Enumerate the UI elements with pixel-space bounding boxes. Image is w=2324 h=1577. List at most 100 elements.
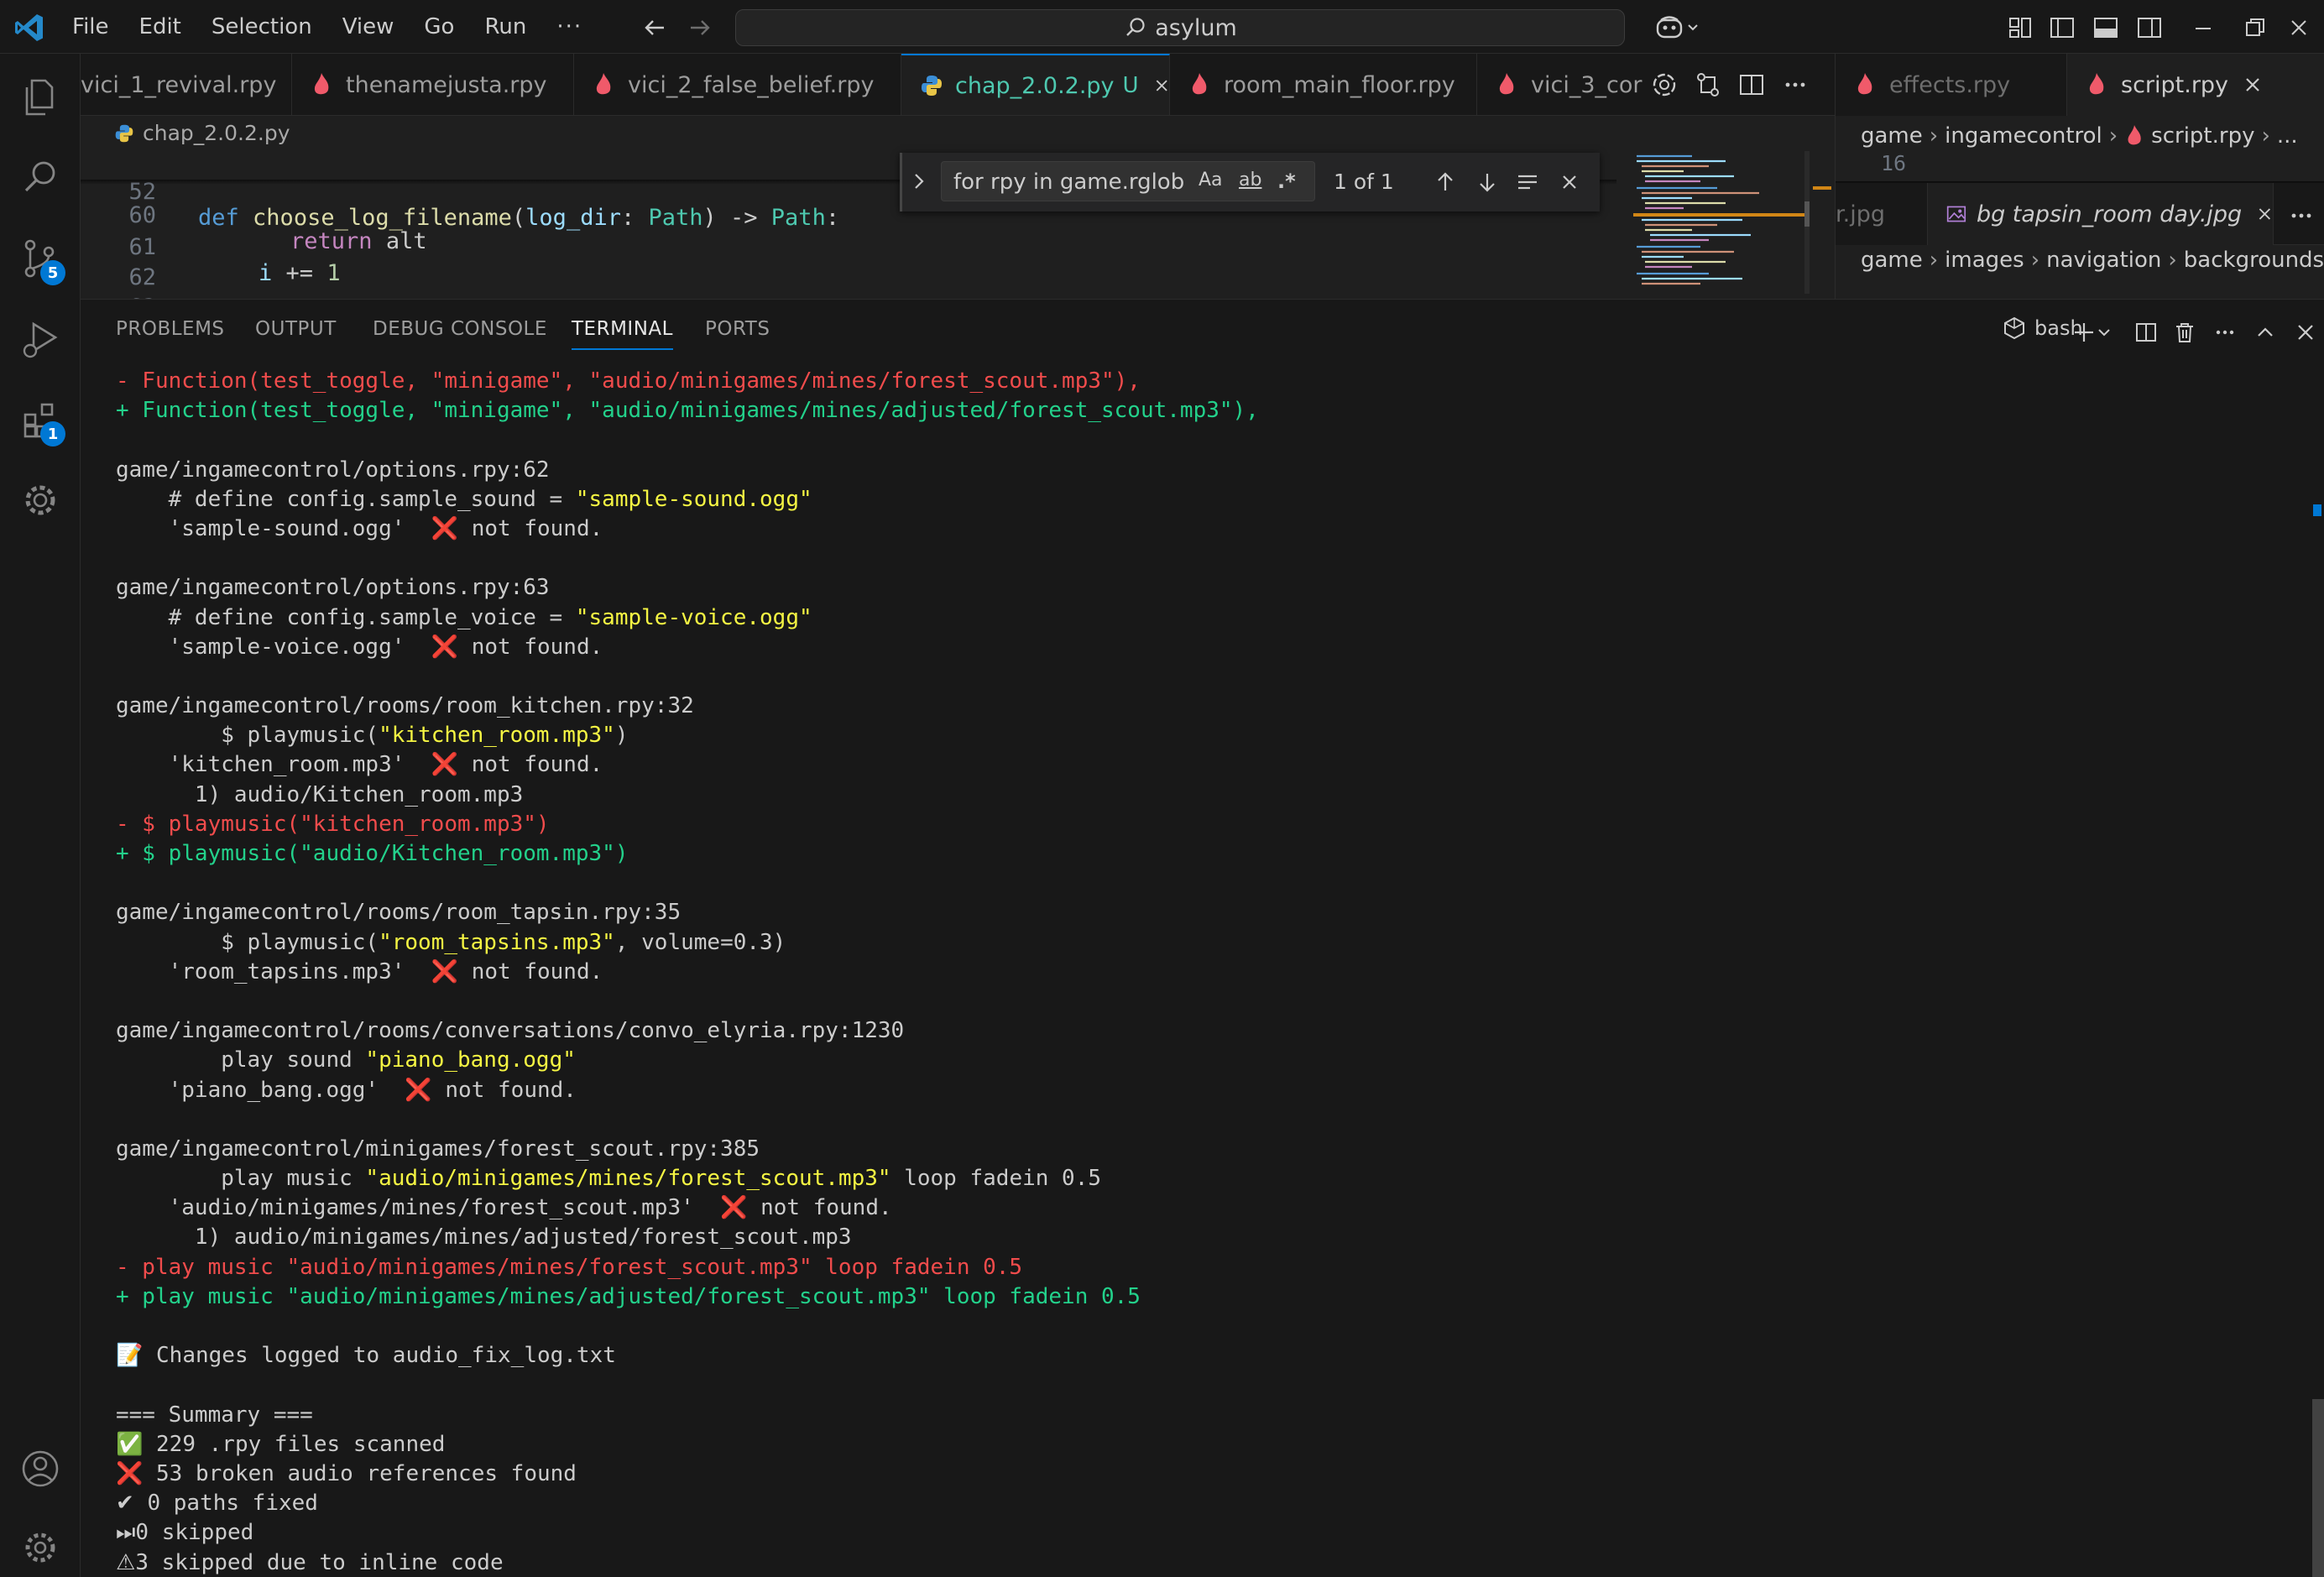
menu-run[interactable]: Run <box>484 14 526 39</box>
breadcrumb-segment[interactable]: navigation <box>2046 248 2161 273</box>
find-in-selection-icon[interactable] <box>1515 170 1540 195</box>
previous-match-arrow-icon[interactable] <box>1433 170 1458 195</box>
breadcrumb-segment[interactable]: images <box>1945 248 2024 273</box>
tab-debug-console[interactable]: DEBUG CONSOLE <box>373 318 547 340</box>
forward-arrow-icon[interactable] <box>686 13 714 42</box>
copilot-icon[interactable] <box>1653 13 1704 42</box>
tab-thenamejusta[interactable]: thenamejusta.rpy <box>292 54 574 115</box>
breadcrumb-segment[interactable]: ingamecontrol <box>1945 123 2102 149</box>
breadcrumb-segment[interactable]: script.rpy <box>2151 123 2254 149</box>
tab-vici-2-false-belief[interactable]: vici_2_false_belief.rpy <box>574 54 901 115</box>
renpy-flame-icon <box>2089 73 2104 95</box>
tab-output[interactable]: OUTPUT <box>255 318 337 340</box>
terminal-text: 1) audio/minigames/mines/adjusted/forest… <box>116 1225 852 1251</box>
terminal-text: not found. <box>458 634 603 660</box>
tab-vici-1-revival[interactable]: vici_1_revival.rpy <box>81 54 292 115</box>
more-actions-icon[interactable] <box>2287 201 2316 230</box>
tab-script[interactable]: script.rpy <box>2067 54 2324 116</box>
maximize-panel-chevron-up-icon[interactable] <box>2253 320 2278 345</box>
whole-word-toggle[interactable]: ab <box>1239 170 1261 191</box>
regex-toggle[interactable]: .* <box>1277 170 1296 193</box>
accounts-icon[interactable] <box>18 1447 62 1491</box>
open-changes-icon[interactable] <box>1694 70 1722 99</box>
terminal-text: loop fadein 0.5 <box>890 1166 1102 1192</box>
python-icon <box>922 76 942 96</box>
restore-icon[interactable] <box>2241 13 2269 42</box>
menu-selection[interactable]: Selection <box>212 14 312 39</box>
close-panel-icon[interactable] <box>2293 320 2318 345</box>
terminal-output[interactable]: - Function(test_toggle, "minigame", "aud… <box>116 367 2264 1575</box>
explorer-icon[interactable] <box>18 76 62 119</box>
tab-image-partial[interactable]: r.jpg <box>1836 183 1928 245</box>
menu-more[interactable]: ··· <box>556 14 582 39</box>
terminal-text: game/ingamecontrol/rooms/room_tapsin.rpy… <box>116 900 682 926</box>
tab-room-main-floor[interactable]: room_main_floor.rpy <box>1170 54 1477 115</box>
terminal-text: 'sample-voice.ogg' <box>116 634 431 660</box>
toggle-secondary-sidebar-icon[interactable] <box>2135 13 2164 42</box>
menu-go[interactable]: Go <box>424 14 454 39</box>
breadcrumb-segment[interactable]: game <box>1861 248 1923 273</box>
breadcrumb-segment[interactable]: ... <box>2277 123 2298 149</box>
tab-chap-2-0-2[interactable]: chap_2.0.2.py U <box>901 54 1170 115</box>
terminal-text: 0 skipped <box>135 1520 254 1546</box>
close-tab-icon[interactable] <box>2257 205 2273 223</box>
chevron-down-icon[interactable] <box>2095 320 2113 345</box>
next-match-arrow-icon[interactable] <box>1475 170 1500 195</box>
terminal-text: play sound <box>116 1047 366 1073</box>
customize-layout-icon[interactable] <box>2006 13 2034 42</box>
terminal-line: 'audio/minigames/mines/forest_scout.mp3'… <box>116 1193 2264 1223</box>
new-terminal-plus-icon[interactable] <box>2071 320 2097 345</box>
menu-view[interactable]: View <box>342 14 394 39</box>
terminal-scrollbar[interactable] <box>2312 1399 2324 1577</box>
terminal-text: game/ingamecontrol/rooms/conversations/c… <box>116 1018 905 1044</box>
tab-vici-3-cor[interactable]: vici_3_cor <box>1477 54 1726 115</box>
back-arrow-icon[interactable] <box>640 13 669 42</box>
split-editor-icon[interactable] <box>1737 70 1766 99</box>
close-tab-icon[interactable] <box>2243 76 2262 94</box>
tab-terminal[interactable]: TERMINAL <box>572 318 673 350</box>
terminal-line: + $ playmusic("audio/Kitchen_room.mp3") <box>116 839 2264 869</box>
toggle-panel-icon[interactable] <box>2092 13 2120 42</box>
match-case-toggle[interactable]: Aa <box>1199 170 1223 191</box>
command-center-search[interactable]: asylum <box>735 9 1625 46</box>
kill-terminal-trash-icon[interactable] <box>2172 320 2197 345</box>
cross-mark-icon: ❌ <box>431 958 459 984</box>
tab-effects[interactable]: effects.rpy <box>1836 54 2067 116</box>
terminal-line: $ playmusic("kitchen_room.mp3") <box>116 721 2264 750</box>
minimize-icon[interactable] <box>2189 13 2217 42</box>
manage-gear-icon[interactable] <box>18 1526 62 1569</box>
tab-ports[interactable]: PORTS <box>705 318 770 340</box>
editor-tabs: vici_1_revival.rpy thenamejusta.rpy vici… <box>81 54 1835 116</box>
breadcrumb-segment[interactable]: backgrounds <box>2184 248 2324 273</box>
remote-settings-gear-icon[interactable] <box>18 478 62 522</box>
breadcrumb-segment[interactable]: game <box>1861 123 1923 149</box>
chatgpt-icon[interactable] <box>1650 70 1679 99</box>
chevron-right-icon[interactable] <box>909 171 929 191</box>
secondary-breadcrumb-bottom[interactable]: game › images › navigation › backgrounds <box>1861 243 2324 277</box>
terminal-line: - Function(test_toggle, "minigame", "aud… <box>116 367 2264 396</box>
terminal-text: - play music "audio/minigames/mines/fore… <box>116 1254 1023 1280</box>
close-window-icon[interactable] <box>2285 13 2313 42</box>
code-line[interactable]: 63 def index_audio(root: Path): <box>81 269 156 299</box>
menu-edit[interactable]: Edit <box>139 14 181 39</box>
code-editor[interactable]: chap_2.0.2.py 52 def choose_log_filename… <box>81 116 1835 299</box>
toggle-primary-sidebar-icon[interactable] <box>2048 13 2076 42</box>
breadcrumb[interactable]: chap_2.0.2.py <box>114 121 290 145</box>
tab-problems[interactable]: PROBLEMS <box>116 318 225 340</box>
more-actions-icon[interactable] <box>2212 320 2238 345</box>
split-terminal-icon[interactable] <box>2133 320 2159 345</box>
find-input[interactable]: for rpy in game.rglob Aa ab .* <box>941 161 1315 201</box>
close-tab-icon[interactable] <box>1154 76 1169 95</box>
menu-file[interactable]: File <box>72 14 109 39</box>
close-find-icon[interactable] <box>1559 171 1580 193</box>
search-view-icon[interactable] <box>18 156 62 200</box>
run-debug-icon[interactable] <box>18 317 62 361</box>
breadcrumb-file[interactable]: chap_2.0.2.py <box>143 121 290 145</box>
minimap[interactable] <box>1633 151 1810 294</box>
renpy-flame-icon <box>1857 73 1872 95</box>
secondary-breadcrumb-top[interactable]: game › ingamecontrol › script.rpy › ... <box>1861 119 2298 153</box>
more-actions-icon[interactable] <box>1781 70 1810 99</box>
secondary-tabs-top: effects.rpy script.rpy <box>1836 54 2324 116</box>
tab-bg-tapsin-room-day[interactable]: bg tapsin_room day.jpg <box>1928 183 2274 245</box>
